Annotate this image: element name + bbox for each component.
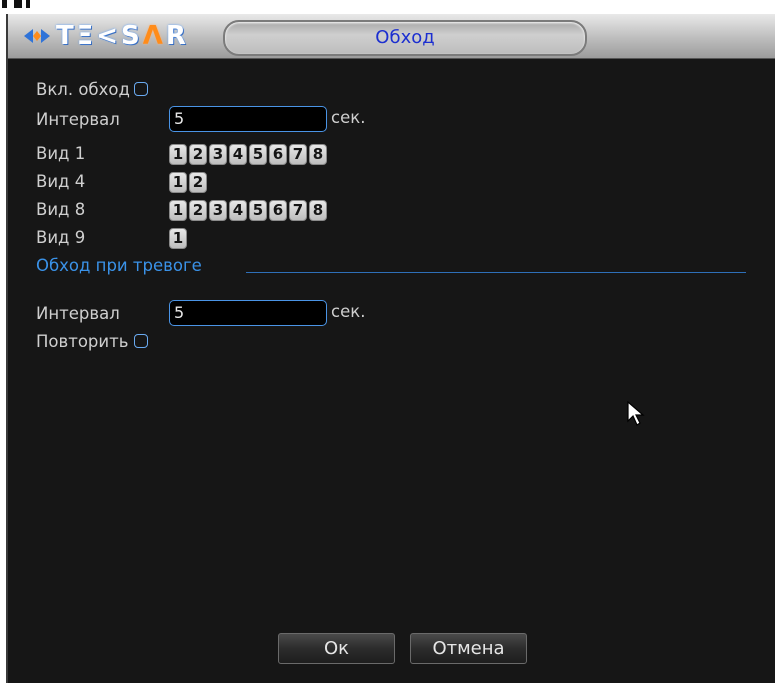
dialog-title: Обход bbox=[375, 27, 435, 48]
view8-label: Вид 8 bbox=[36, 199, 86, 219]
view9-label: Вид 9 bbox=[36, 227, 86, 247]
view4-channel-button[interactable]: 1 bbox=[169, 172, 187, 193]
title-pill: Обход bbox=[223, 20, 587, 56]
view8-channel-button[interactable]: 1 bbox=[169, 200, 187, 221]
tour-dialog: TΞ<SΛR Обход Вкл. обход Интервал 5 сек. … bbox=[6, 14, 775, 683]
view8-channel-button[interactable]: 3 bbox=[209, 200, 227, 221]
view8-channel-button[interactable]: 8 bbox=[309, 200, 327, 221]
alarm-interval-unit: сек. bbox=[331, 302, 366, 321]
view1-channel-button[interactable]: 8 bbox=[309, 144, 327, 165]
view1-channel-button[interactable]: 1 bbox=[169, 144, 187, 165]
view9-channels: 1 bbox=[169, 228, 189, 249]
view4-channel-button[interactable]: 2 bbox=[189, 172, 207, 193]
background-text-fragment bbox=[0, 0, 40, 14]
view1-label: Вид 1 bbox=[36, 143, 86, 163]
view8-row: Вид 8 bbox=[36, 196, 85, 222]
view8-channel-button[interactable]: 2 bbox=[189, 200, 207, 221]
view1-row: Вид 1 bbox=[36, 140, 85, 166]
cancel-button[interactable]: Отмена bbox=[410, 633, 527, 664]
view8-channels: 1 2 3 4 5 6 7 8 bbox=[169, 200, 329, 221]
ok-button[interactable]: Ок bbox=[278, 633, 395, 664]
title-bar: TΞ<SΛR Обход bbox=[8, 14, 775, 59]
view8-channel-button[interactable]: 6 bbox=[269, 200, 287, 221]
dialog-content: Вкл. обход Интервал 5 сек. Вид 1 1 2 3 4… bbox=[8, 58, 775, 683]
view8-channel-button[interactable]: 5 bbox=[249, 200, 267, 221]
alarm-section-header: Обход при тревоге bbox=[36, 252, 202, 278]
enable-tour-label: Вкл. обход bbox=[36, 79, 130, 99]
enable-tour-row: Вкл. обход bbox=[36, 76, 148, 102]
repeat-label: Повторить bbox=[36, 331, 129, 351]
view8-channel-button[interactable]: 4 bbox=[229, 200, 247, 221]
logo-wordmark: TΞ<SΛR bbox=[56, 21, 189, 51]
enable-tour-checkbox[interactable] bbox=[133, 82, 148, 96]
tour-interval-row: Интервал bbox=[36, 106, 120, 132]
view1-channel-button[interactable]: 7 bbox=[289, 144, 307, 165]
view4-row: Вид 4 bbox=[36, 168, 85, 194]
view9-channel-button[interactable]: 1 bbox=[169, 228, 187, 249]
alarm-interval-row: Интервал bbox=[36, 300, 120, 326]
alarm-interval-label: Интервал bbox=[36, 303, 120, 323]
repeat-row: Повторить bbox=[36, 328, 149, 354]
mouse-pointer-icon bbox=[627, 401, 645, 426]
brand-logo: TΞ<SΛR bbox=[24, 21, 189, 51]
view1-channels: 1 2 3 4 5 6 7 8 bbox=[169, 144, 329, 165]
view1-channel-button[interactable]: 6 bbox=[269, 144, 287, 165]
alarm-interval-input[interactable]: 5 bbox=[169, 300, 327, 326]
view1-channel-button[interactable]: 4 bbox=[229, 144, 247, 165]
view4-label: Вид 4 bbox=[36, 171, 86, 191]
view1-channel-button[interactable]: 3 bbox=[209, 144, 227, 165]
view8-channel-button[interactable]: 7 bbox=[289, 200, 307, 221]
tour-interval-unit: сек. bbox=[331, 108, 366, 127]
view1-channel-button[interactable]: 5 bbox=[249, 144, 267, 165]
view9-row: Вид 9 bbox=[36, 224, 85, 250]
logo-arrows-icon bbox=[24, 29, 50, 43]
view4-channels: 1 2 bbox=[169, 172, 209, 193]
repeat-checkbox[interactable] bbox=[134, 334, 149, 348]
tour-interval-label: Интервал bbox=[36, 109, 120, 129]
alarm-section-title: Обход при тревоге bbox=[36, 255, 202, 275]
view1-channel-button[interactable]: 2 bbox=[189, 144, 207, 165]
alarm-section-divider bbox=[246, 272, 746, 273]
tour-interval-input[interactable]: 5 bbox=[169, 106, 327, 132]
